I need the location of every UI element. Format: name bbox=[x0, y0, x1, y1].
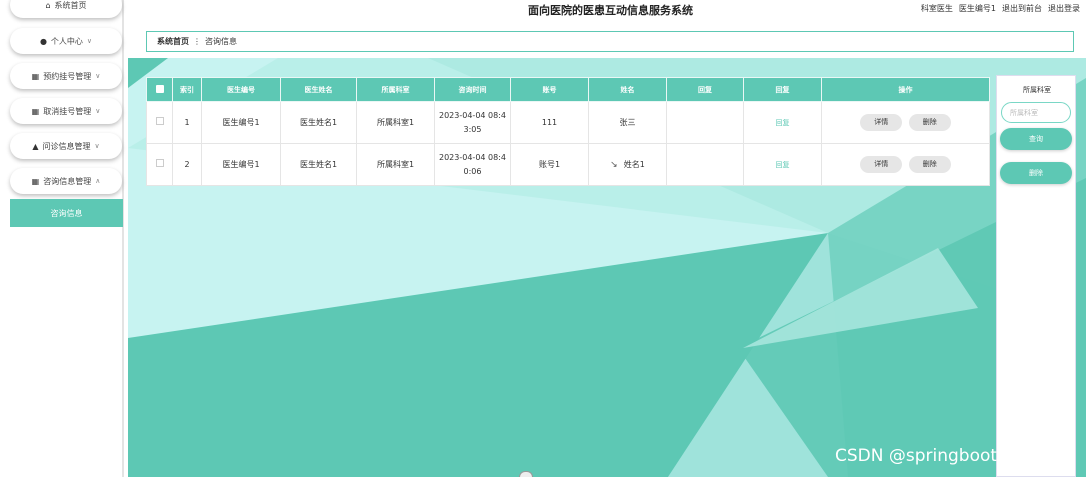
breadcrumb-separator: ⋮ bbox=[193, 37, 201, 46]
search-panel: 所属科室 所属科室 查询 删除 bbox=[996, 75, 1076, 477]
cell-name: 张三 bbox=[588, 101, 667, 144]
logout-link[interactable]: 退出登录 bbox=[1048, 3, 1080, 14]
sidebar-item-inquiry[interactable]: ▲ 问诊信息管理 ∨ bbox=[10, 133, 122, 159]
grid-icon: ▦ bbox=[31, 106, 40, 116]
column-header: 所属科室 bbox=[356, 77, 435, 102]
time-line-2: 3:05 bbox=[463, 124, 482, 134]
cell-reply-link: 回复 bbox=[743, 143, 822, 186]
cell-index: 1 bbox=[172, 101, 202, 144]
cell-account: 账号1 bbox=[510, 143, 589, 186]
cell-name: ↘ 姓名1 bbox=[588, 143, 667, 186]
app-title: 面向医院的医患互动信息服务系统 bbox=[528, 4, 693, 17]
sidebar-subitem-consultation-info[interactable]: 咨询信息 bbox=[10, 199, 123, 227]
table-row: 1 医生编号1 医生姓名1 所属科室1 2023-04-04 08:4 3:05… bbox=[146, 101, 990, 144]
table-row: 2 医生编号1 医生姓名1 所属科室1 2023-04-04 08:4 0:06… bbox=[146, 143, 990, 186]
reply-link[interactable]: 回复 bbox=[776, 161, 790, 169]
cell-doctor-no: 医生编号1 bbox=[201, 143, 281, 186]
delete-button[interactable]: 删除 bbox=[908, 156, 951, 173]
reply-link[interactable]: 回复 bbox=[776, 119, 790, 127]
table-header-row: 索引 医生编号 医生姓名 所属科室 咨询时间 账号 姓名 回复 回复 操作 bbox=[146, 77, 990, 102]
row-checkbox[interactable] bbox=[146, 101, 173, 144]
cell-dept: 所属科室1 bbox=[356, 143, 435, 186]
sidebar-item-label: 预约挂号管理 bbox=[43, 71, 92, 81]
cell-doctor-name: 医生姓名1 bbox=[280, 101, 357, 144]
chevron-down-icon: ∨ bbox=[95, 72, 101, 80]
grid-icon: ▦ bbox=[31, 71, 40, 81]
breadcrumb-home[interactable]: 系统首页 bbox=[157, 36, 189, 47]
row-checkbox[interactable] bbox=[146, 143, 173, 186]
column-header: 索引 bbox=[172, 77, 202, 102]
column-header: 医生编号 bbox=[201, 77, 281, 102]
cell-doctor-no: 医生编号1 bbox=[201, 101, 281, 144]
chevron-up-icon: ∧ bbox=[95, 177, 101, 185]
consultation-table: 索引 医生编号 医生姓名 所属科室 咨询时间 账号 姓名 回复 回复 操作 1 … bbox=[146, 77, 990, 186]
sidebar-item-label: 问诊信息管理 bbox=[42, 141, 91, 151]
select-all-checkbox[interactable] bbox=[146, 77, 173, 102]
cell-time: 2023-04-04 08:4 0:06 bbox=[434, 143, 511, 186]
thumb-icon: ▲ bbox=[32, 141, 39, 151]
detail-button[interactable]: 详情 bbox=[860, 156, 903, 173]
sidebar-item-appointment[interactable]: ▦ 预约挂号管理 ∨ bbox=[10, 63, 122, 89]
chevron-down-icon: ∨ bbox=[86, 37, 93, 45]
detail-button[interactable]: 详情 bbox=[860, 114, 903, 131]
sidebar-item-label: 取消挂号管理 bbox=[43, 106, 92, 116]
scroll-indicator bbox=[519, 471, 533, 477]
dept-filter-label: 所属科室 bbox=[1023, 86, 1051, 94]
grid-icon: ▦ bbox=[31, 176, 40, 186]
cell-account: 111 bbox=[510, 101, 589, 144]
user-role: 科室医生 bbox=[920, 4, 953, 13]
cell-actions: 详情 删除 bbox=[821, 143, 990, 186]
column-header: 姓名 bbox=[588, 77, 667, 102]
cell-actions: 详情 删除 bbox=[821, 101, 990, 144]
time-line-1: 2023-04-04 08:4 bbox=[439, 110, 506, 120]
home-icon: ⌂ bbox=[45, 0, 51, 10]
cell-doctor-name: 医生姓名1 bbox=[280, 143, 357, 186]
batch-delete-button[interactable]: 删除 bbox=[1000, 162, 1072, 184]
sidebar-item-home[interactable]: ⌂ 系统首页 bbox=[10, 0, 122, 18]
column-header: 回复 bbox=[743, 77, 822, 102]
chevron-down-icon: ∨ bbox=[95, 107, 101, 115]
top-header: 面向医院的医患互动信息服务系统 科室医生 医生编号1 退出到前台 退出登录 bbox=[128, 0, 1086, 22]
dept-search-input[interactable]: 所属科室 bbox=[1001, 102, 1071, 123]
user-icon: ● bbox=[39, 36, 47, 46]
user-name: 医生编号1 bbox=[958, 4, 996, 13]
cell-reply bbox=[666, 101, 744, 144]
search-button[interactable]: 查询 bbox=[1000, 128, 1072, 150]
breadcrumb: 系统首页 ⋮ 咨询信息 bbox=[146, 31, 1074, 52]
time-line-1: 2023-04-04 08:4 bbox=[439, 152, 506, 162]
back-to-front-link[interactable]: 退出到前台 bbox=[1002, 3, 1042, 14]
breadcrumb-current: 咨询信息 bbox=[205, 37, 237, 46]
cell-reply-link: 回复 bbox=[743, 101, 822, 144]
cell-index: 2 bbox=[172, 143, 202, 186]
column-header: 账号 bbox=[510, 77, 589, 102]
header-user-area: 科室医生 医生编号1 退出到前台 退出登录 bbox=[921, 3, 1080, 14]
column-header: 咨询时间 bbox=[434, 77, 511, 102]
cell-time: 2023-04-04 08:4 3:05 bbox=[434, 101, 511, 144]
sidebar-item-consultation[interactable]: ▦ 咨询信息管理 ∧ bbox=[10, 168, 122, 194]
watermark: CSDN @springboot666666 bbox=[835, 446, 1062, 466]
cell-dept: 所属科室1 bbox=[356, 101, 435, 144]
mouse-cursor-icon: ↘ bbox=[610, 159, 618, 170]
cell-name-text: 姓名1 bbox=[623, 159, 645, 169]
sidebar-item-profile[interactable]: ● 个人中心 ∨ bbox=[10, 28, 122, 54]
sidebar-item-label: 系统首页 bbox=[54, 0, 87, 10]
time-line-2: 0:06 bbox=[463, 166, 482, 176]
cell-reply bbox=[666, 143, 744, 186]
column-header: 回复 bbox=[666, 77, 744, 102]
column-header: 医生姓名 bbox=[280, 77, 357, 102]
chevron-down-icon: ∨ bbox=[94, 142, 100, 150]
sidebar: ⌂ 系统首页 ● 个人中心 ∨ ▦ 预约挂号管理 ∨ ▦ 取消挂号管理 ∨ ▲ … bbox=[0, 0, 124, 477]
delete-button[interactable]: 删除 bbox=[908, 114, 951, 131]
sidebar-item-label: 个人中心 bbox=[50, 36, 83, 46]
sidebar-item-label: 咨询信息管理 bbox=[43, 176, 92, 186]
sidebar-item-cancel-appointment[interactable]: ▦ 取消挂号管理 ∨ bbox=[10, 98, 122, 124]
column-header: 操作 bbox=[821, 77, 990, 102]
